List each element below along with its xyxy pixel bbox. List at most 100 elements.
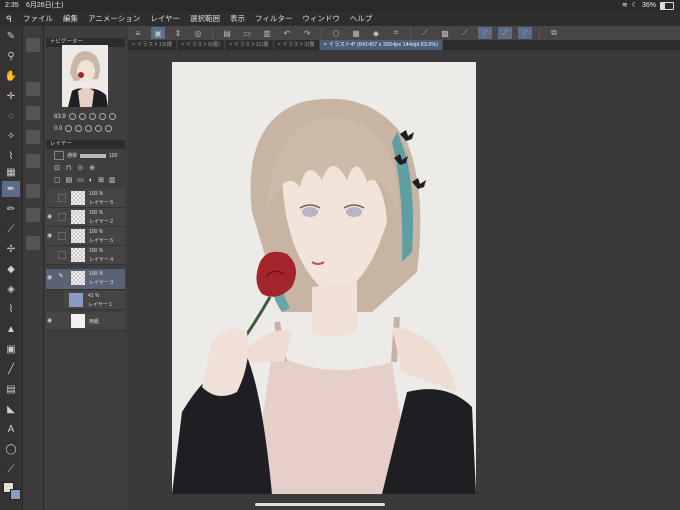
layer-row[interactable]: 100 % レイヤー 6 <box>46 189 125 208</box>
decoration-icon[interactable]: ✢ <box>2 241 20 257</box>
pen-active-icon[interactable]: ✒ <box>2 181 20 197</box>
brush-icon[interactable]: ⟋ <box>2 221 20 237</box>
snap-grid-icon[interactable]: ⟋ <box>518 27 532 39</box>
eraser-icon[interactable]: ◆ <box>2 261 20 277</box>
fill-icon[interactable]: ◆ <box>369 27 383 39</box>
opacity-value[interactable]: 100 <box>109 153 117 159</box>
eyedropper-icon[interactable]: ⌇ <box>2 301 20 317</box>
layer-checkbox[interactable] <box>58 232 66 240</box>
layer-row[interactable]: ◉ 用紙 <box>46 312 125 331</box>
fill-bucket-icon[interactable]: ▲ <box>2 321 20 337</box>
draft-icon[interactable]: ⊕ <box>89 164 95 172</box>
snap-special-ruler-icon[interactable]: ⟋ <box>498 27 512 39</box>
tab-canvas[interactable]: × イラスト11(複 <box>225 40 274 50</box>
sub-color-swatch[interactable] <box>10 489 21 500</box>
sub-tool-item[interactable] <box>26 154 40 168</box>
layer-color-icon[interactable] <box>54 151 64 160</box>
grid-icon[interactable]: ▩ <box>438 27 452 39</box>
fit-icon[interactable] <box>88 113 96 120</box>
opacity-slider[interactable] <box>80 153 107 158</box>
rotate-left-icon[interactable] <box>65 125 73 132</box>
ruler-icon[interactable]: ◣ <box>2 401 20 417</box>
new-file-icon[interactable]: ▤ <box>220 27 234 39</box>
menu-window[interactable]: ウィンドウ <box>297 12 345 26</box>
arrows-icon[interactable]: ⇕ <box>171 27 185 39</box>
hamburger-icon[interactable]: ≡ <box>131 27 145 39</box>
tab-canvas[interactable]: × イラスト13(複 <box>128 40 178 50</box>
save-icon[interactable]: ▥ <box>260 27 274 39</box>
tab-canvas[interactable]: × イラスト9(複) <box>177 40 225 50</box>
new-layer-icon[interactable]: ▢ <box>54 176 61 184</box>
sub-tool-item[interactable] <box>26 130 40 144</box>
ruler-icon[interactable]: ⟋ <box>418 27 432 39</box>
redo-icon[interactable]: ↷ <box>300 27 314 39</box>
zoom-icon[interactable]: ⚲ <box>2 48 20 64</box>
layer-row[interactable]: ◉ 100 % レイヤー 2 <box>46 208 125 227</box>
menu-file[interactable]: ファイル <box>18 12 58 26</box>
sub-tool-item[interactable] <box>26 184 40 198</box>
menu-filter[interactable]: フィルター <box>250 12 297 26</box>
layer-row[interactable]: ◉ 100 % レイヤー 5 <box>46 227 125 246</box>
zoom-in-icon[interactable] <box>78 113 86 120</box>
eye-icon[interactable]: ◉ <box>47 232 54 239</box>
mask-icon[interactable]: ◐ <box>89 177 93 184</box>
crop-icon[interactable]: ⌗ <box>389 27 403 39</box>
blend-mode[interactable]: 通常 <box>67 152 77 159</box>
layer-row[interactable]: 100 % レイヤー 4 <box>46 246 125 265</box>
snap-ruler-icon[interactable]: ⟋ <box>478 27 492 39</box>
menu-selection[interactable]: 選択範囲 <box>185 12 225 26</box>
move-icon[interactable]: ✛ <box>2 88 20 104</box>
merge-icon[interactable]: ⊞ <box>98 176 104 184</box>
new-folder-icon[interactable]: ▭ <box>77 176 84 184</box>
eye-icon[interactable]: ◉ <box>47 317 54 324</box>
layer-checkbox[interactable] <box>58 213 66 221</box>
app-logo-icon[interactable]: ᑫ <box>0 12 18 26</box>
share-icon[interactable]: ⧉ <box>547 27 561 39</box>
layer-row-active[interactable]: ◉ ✎ 100 % レイヤー 3 <box>46 269 125 290</box>
delete-icon[interactable]: ▥ <box>109 176 116 184</box>
canvas-illustration[interactable] <box>172 62 476 494</box>
eyedropper-icon[interactable]: ⌇ <box>2 148 20 164</box>
gradient-icon[interactable]: ▣ <box>2 341 20 357</box>
eye-icon[interactable] <box>47 251 54 258</box>
rotate-right-icon[interactable] <box>75 125 83 132</box>
canvas-area[interactable] <box>128 50 680 510</box>
fill-icon[interactable]: ◈ <box>2 281 20 297</box>
undo-icon[interactable]: ↶ <box>280 27 294 39</box>
snap-icon[interactable]: ⟋ <box>458 27 472 39</box>
lasso-icon[interactable]: ◌ <box>2 108 20 124</box>
selection-icon[interactable]: ▦ <box>349 27 363 39</box>
wand-icon[interactable]: ✧ <box>2 128 20 144</box>
clear-icon[interactable]: ⬡ <box>329 27 343 39</box>
pen-icon[interactable]: ✎ <box>2 28 20 44</box>
menu-animation[interactable]: アニメーション <box>83 12 145 26</box>
sub-tool-item[interactable] <box>26 82 40 96</box>
text-icon[interactable]: A <box>2 421 20 437</box>
pencil-icon[interactable]: ✏ <box>2 201 20 217</box>
sub-tool-item[interactable] <box>26 236 40 250</box>
layer-row[interactable]: 41 % レイヤー 1 <box>64 291 125 310</box>
new-vector-icon[interactable]: ▤ <box>66 176 73 184</box>
reset-rotation-icon[interactable] <box>85 125 93 132</box>
grid-tool-icon[interactable]: ▦ <box>2 164 20 180</box>
sub-tool-item[interactable] <box>26 208 40 222</box>
correction-icon[interactable]: ⟋ <box>2 461 20 477</box>
navigator-thumbnail[interactable] <box>62 45 108 107</box>
open-icon[interactable]: ▭ <box>240 27 254 39</box>
hand-icon[interactable]: ✋ <box>2 68 20 84</box>
lock-icon[interactable]: ⊡ <box>54 164 60 172</box>
angle-value[interactable]: 0.0 <box>54 126 62 132</box>
flip-icon[interactable] <box>108 113 116 120</box>
balloon-icon[interactable]: ◯ <box>2 441 20 457</box>
layer-checkbox[interactable] <box>58 194 66 202</box>
clip-icon[interactable]: ⊓ <box>66 164 71 172</box>
frame-icon[interactable]: ▤ <box>2 381 20 397</box>
menu-help[interactable]: ヘルプ <box>345 12 378 26</box>
flip-vertical-icon[interactable] <box>105 125 113 132</box>
tab-canvas[interactable]: × イラスト3(複 <box>274 40 320 50</box>
actual-size-icon[interactable] <box>98 113 106 120</box>
sub-tool-item[interactable] <box>26 106 40 120</box>
flip-horizontal-icon[interactable] <box>95 125 103 132</box>
menu-view[interactable]: 表示 <box>225 12 250 26</box>
line-icon[interactable]: ╱ <box>2 361 20 377</box>
